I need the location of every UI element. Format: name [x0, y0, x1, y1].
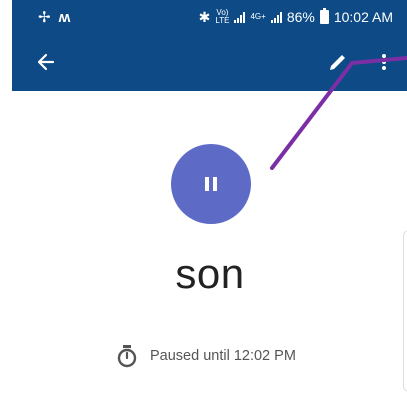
m-logo-icon: ʍ	[58, 8, 71, 26]
status-right-icons: ✱ Vo) LTE 4G+ 86% 10:02 AM	[198, 8, 393, 26]
bluetooth-icon: ✱	[198, 8, 211, 25]
app-bar	[12, 34, 407, 91]
edit-button[interactable]	[324, 48, 352, 76]
pencil-icon	[330, 55, 345, 70]
battery-percent: 86%	[286, 9, 315, 25]
more-vert-icon	[382, 54, 386, 70]
back-button[interactable]	[32, 48, 60, 76]
side-card-edge	[403, 230, 407, 392]
contact-name: son	[175, 250, 245, 297]
volte-bottom-label: LTE	[215, 16, 230, 25]
pause-icon	[205, 177, 217, 191]
signal-icon-2	[270, 11, 282, 23]
volte-icon: Vo) LTE	[215, 9, 229, 25]
back-arrow-icon	[37, 53, 55, 71]
clock: 10:02 AM	[333, 9, 393, 25]
fan-icon: ✢	[38, 9, 51, 26]
signal-icon	[234, 11, 246, 23]
more-options-button[interactable]	[374, 48, 394, 76]
network-type: 4G+	[250, 12, 266, 21]
pause-status-text: Paused until 12:02 PM	[150, 348, 296, 364]
pause-status: Paused until 12:02 PM	[116, 341, 296, 371]
status-left-icons: ✢ ʍ	[38, 8, 71, 27]
pause-button[interactable]	[171, 144, 251, 224]
battery-icon	[319, 8, 329, 24]
timer-icon	[117, 345, 137, 368]
status-bar: ✢ ʍ ✱ Vo) LTE 4G+ 86% 10:02 AM	[12, 0, 407, 34]
